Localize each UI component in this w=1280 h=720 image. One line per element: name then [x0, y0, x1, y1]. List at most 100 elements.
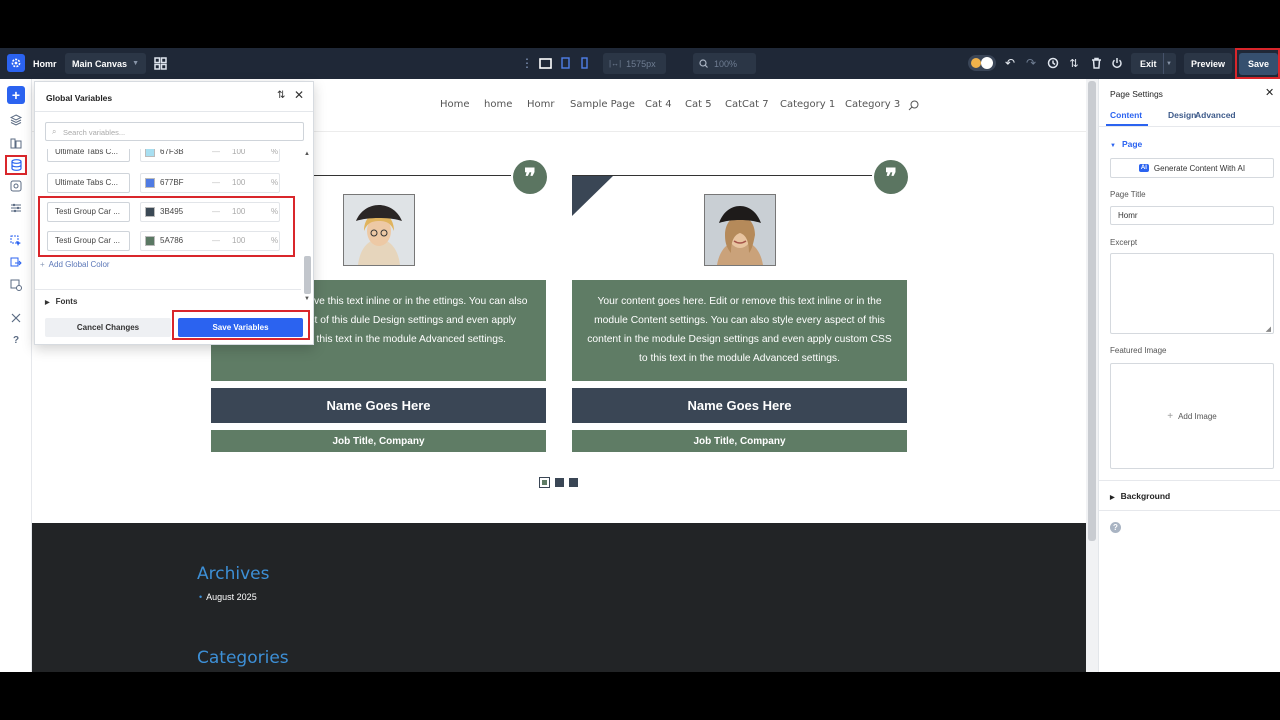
card-name: Name Goes Here	[211, 388, 546, 423]
add-module-button[interactable]: +	[7, 86, 25, 104]
sort-icon[interactable]: ⇅	[1067, 56, 1081, 70]
cursor-select-icon[interactable]	[7, 232, 25, 250]
card-text: Your content goes here. Edit or remove t…	[572, 280, 907, 381]
preview-button[interactable]: Preview	[1184, 53, 1232, 74]
nav-link[interactable]: Sample Page	[570, 99, 635, 110]
nav-link[interactable]: Cat 5	[685, 99, 712, 110]
help-icon[interactable]: ?	[1110, 522, 1121, 533]
help-icon[interactable]: ?	[7, 331, 25, 349]
color-swatch[interactable]	[145, 207, 155, 217]
import-export-icon[interactable]	[7, 254, 25, 272]
search-input[interactable]: ⌕ Search variables...	[45, 122, 304, 141]
power-icon[interactable]	[1110, 56, 1124, 70]
close-icon[interactable]: ✕	[294, 88, 304, 102]
color-variable-row[interactable]: Ultimate Tabs C... 677BF — 100 %	[47, 173, 280, 193]
grid-icon[interactable]	[153, 56, 167, 70]
caret-down-icon: ▼	[1110, 143, 1116, 149]
variable-name[interactable]: Testi Group Car ...	[47, 202, 130, 222]
variables-list: Ultimate Tabs C... 67F3B — 100 % Ultimat…	[35, 149, 301, 289]
nav-link[interactable]: Category 3	[845, 99, 900, 110]
history-icon[interactable]	[1046, 56, 1060, 70]
toggle-knob	[981, 57, 993, 69]
slider-dot-active[interactable]	[539, 477, 550, 488]
variable-name[interactable]: Ultimate Tabs C...	[47, 149, 130, 162]
save-variables-button[interactable]: Save Variables	[178, 318, 303, 337]
archive-item[interactable]: • August 2025	[199, 592, 257, 602]
tools-icon[interactable]	[7, 309, 25, 327]
background-section-toggle[interactable]: ▶ Background	[1110, 491, 1170, 501]
ai-icon: AI	[1138, 164, 1149, 172]
color-variable-row[interactable]: Testi Group Car ... 5A786 — 100 %	[47, 231, 280, 251]
sun-icon	[971, 58, 981, 68]
global-variables-panel: Global Variables ⇅ ✕ ⌕ Search variables.…	[34, 81, 314, 345]
variable-name[interactable]: Ultimate Tabs C...	[47, 173, 130, 193]
layers-icon[interactable]	[7, 111, 25, 129]
nav-link[interactable]: CatCat 7	[725, 99, 769, 110]
search-icon[interactable]	[908, 100, 919, 111]
slider-dot[interactable]	[555, 478, 564, 487]
close-icon[interactable]: ✕	[1265, 86, 1274, 99]
slider-dot[interactable]	[569, 478, 578, 487]
portability-icon[interactable]	[7, 276, 25, 294]
exit-button[interactable]: Exit ▼	[1131, 53, 1176, 74]
sort-icon[interactable]: ⇅	[277, 90, 285, 101]
nav-link[interactable]: Home	[440, 99, 470, 110]
nav-link[interactable]: Homr	[527, 99, 555, 110]
trash-icon[interactable]	[1089, 56, 1103, 70]
nav-link[interactable]: Category 1	[780, 99, 835, 110]
color-swatch[interactable]	[145, 236, 155, 246]
plus-icon: +	[40, 260, 45, 269]
nav-link[interactable]: Cat 4	[645, 99, 672, 110]
tab-design[interactable]: Design	[1168, 110, 1196, 120]
cancel-changes-button[interactable]: Cancel Changes	[45, 318, 171, 337]
color-swatch[interactable]	[145, 149, 155, 157]
canvas-width-value: 1575px	[626, 58, 656, 69]
opacity-value[interactable]: 100	[232, 231, 245, 251]
color-swatch[interactable]	[145, 178, 155, 188]
nav-link[interactable]: home	[484, 99, 512, 110]
add-image-dropzone[interactable]: + Add Image	[1110, 363, 1274, 469]
gear-icon	[11, 58, 21, 68]
hex-value[interactable]: 3B495	[160, 202, 183, 222]
canvas-select-value: Main Canvas	[72, 58, 128, 69]
color-variable-row[interactable]: Ultimate Tabs C... 67F3B — 100 %	[47, 149, 280, 162]
global-variables-button[interactable]	[5, 155, 27, 175]
phone-view-icon[interactable]	[578, 56, 590, 70]
fonts-section-toggle[interactable]: ▶ Fonts	[45, 297, 77, 306]
drag-handle-icon[interactable]: ⋮	[521, 56, 533, 70]
canvas-select[interactable]: Main Canvas ▼	[65, 53, 146, 74]
page-title-input[interactable]: Homr	[1110, 206, 1274, 225]
color-variable-row[interactable]: Testi Group Car ... 3B495 — 100 %	[47, 202, 280, 222]
preset-icon[interactable]	[7, 177, 25, 195]
archives-title: Archives	[197, 564, 270, 584]
resize-handle-icon[interactable]: ◢	[1266, 325, 1271, 333]
theme-toggle[interactable]	[968, 55, 996, 71]
opacity-value[interactable]: 100	[232, 149, 245, 162]
page-title-label: Page Title	[1110, 190, 1146, 199]
redo-icon[interactable]: ↷	[1024, 56, 1038, 70]
variable-name[interactable]: Testi Group Car ...	[47, 231, 130, 251]
library-icon[interactable]	[7, 134, 25, 152]
zoom-field[interactable]: 100%	[693, 53, 756, 74]
tab-content[interactable]: Content	[1110, 110, 1142, 120]
categories-title: Categories	[197, 648, 289, 668]
hex-value[interactable]: 677BF	[160, 173, 184, 193]
opacity-value[interactable]: 100	[232, 173, 245, 193]
tab-advanced[interactable]: Advanced	[1195, 110, 1236, 120]
page-section-toggle[interactable]: ▼ Page	[1110, 139, 1142, 149]
save-button[interactable]: Save	[1239, 53, 1278, 75]
canvas-scrollbar[interactable]	[1086, 79, 1098, 672]
tablet-view-icon[interactable]	[559, 56, 571, 70]
undo-icon[interactable]: ↶	[1003, 56, 1017, 70]
settings-gear-button[interactable]	[7, 54, 25, 72]
generate-ai-button[interactable]: AI Generate Content With AI	[1110, 158, 1274, 178]
panel-scrollbar[interactable]: ▲ ▼	[303, 149, 312, 304]
desktop-view-icon[interactable]	[538, 56, 552, 70]
canvas-width-field[interactable]: |↔| 1575px	[603, 53, 666, 74]
hex-value[interactable]: 5A786	[160, 231, 183, 251]
add-global-color-button[interactable]: + Add Global Color	[40, 260, 110, 269]
hex-value[interactable]: 67F3B	[160, 149, 184, 162]
settings-sliders-icon[interactable]	[7, 199, 25, 217]
opacity-value[interactable]: 100	[232, 202, 245, 222]
excerpt-textarea[interactable]: ◢	[1110, 253, 1274, 334]
